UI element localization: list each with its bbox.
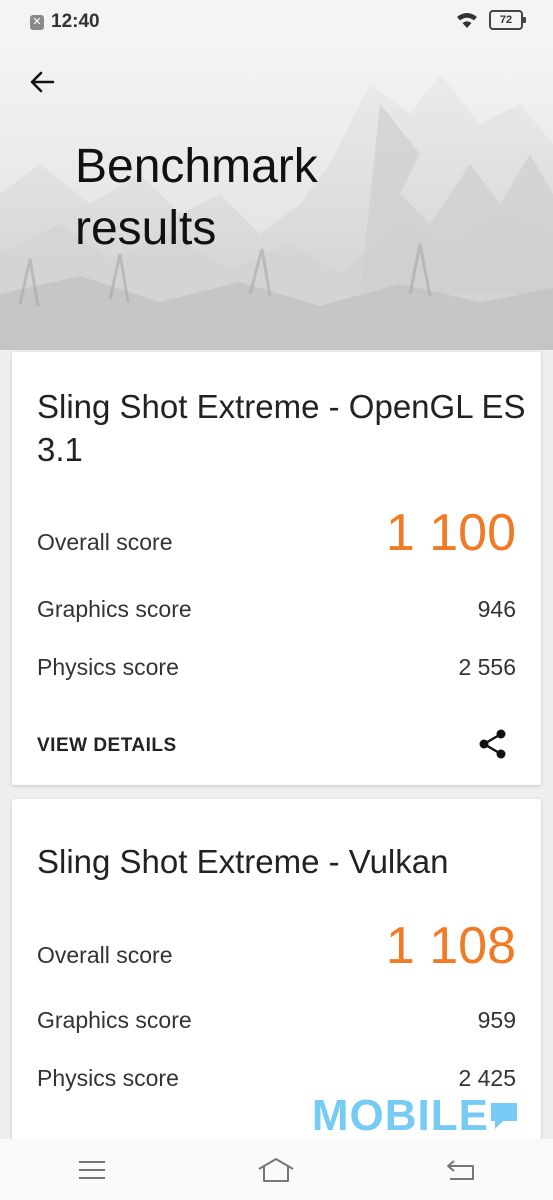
overall-score-label: Overall score (37, 529, 173, 555)
graphics-score-row: Graphics score 946 (37, 596, 516, 623)
overall-score-value: 1 108 (385, 917, 516, 975)
status-right: 72 (455, 10, 526, 30)
app-notification-icon: ✕ (30, 14, 44, 30)
watermark: MOBILE (312, 1091, 519, 1141)
graphics-score-value: 959 (477, 1007, 516, 1033)
navigation-bar (0, 1139, 553, 1200)
overall-score-label: Overall score (37, 942, 173, 968)
result-card-opengl: Sling Shot Extreme - OpenGL ES 3.1 Overa… (12, 352, 541, 785)
back-button[interactable] (22, 62, 62, 102)
back-return-icon (446, 1159, 474, 1180)
result-card-vulkan: Sling Shot Extreme - Vulkan Overall scor… (12, 799, 541, 1139)
overall-score-row: Overall score 1 108 (37, 920, 516, 972)
physics-score-value: 2 425 (458, 1065, 516, 1091)
physics-score-row: Physics score 2 556 (37, 654, 516, 681)
page-title: Benchmark results (75, 140, 318, 255)
menu-icon (79, 1160, 106, 1179)
result-title: Sling Shot Extreme - Vulkan (37, 843, 449, 880)
back-nav-button[interactable] (431, 1150, 491, 1190)
view-details-button[interactable]: VIEW DETAILS (37, 735, 177, 757)
physics-score-row: Physics score 2 425 (37, 1065, 516, 1092)
watermark-text: MOBILE (311, 1091, 489, 1140)
graphics-score-row: Graphics score 959 (37, 1007, 516, 1034)
status-time: 12:40 (51, 11, 100, 32)
result-title: Sling Shot Extreme - OpenGL ES 3.1 (37, 388, 526, 468)
status-bar: ✕ 12:40 72 (0, 0, 553, 44)
home-button[interactable] (246, 1150, 306, 1190)
status-left: ✕ 12:40 (30, 11, 100, 33)
speech-bubble-icon (491, 1103, 517, 1129)
physics-score-label: Physics score (37, 1065, 179, 1091)
graphics-score-label: Graphics score (37, 1007, 192, 1033)
battery-indicator: 72 (489, 10, 526, 30)
overall-score-row: Overall score 1 100 (37, 507, 516, 559)
physics-score-label: Physics score (37, 654, 179, 680)
home-icon (258, 1157, 294, 1182)
header-banner: Benchmark results (0, 44, 553, 350)
graphics-score-value: 946 (477, 596, 516, 622)
menu-button[interactable] (62, 1150, 122, 1190)
graphics-score-label: Graphics score (37, 596, 192, 622)
physics-score-value: 2 556 (458, 654, 516, 680)
overall-score-value: 1 100 (385, 504, 516, 562)
share-icon[interactable] (475, 726, 511, 762)
wifi-icon (457, 13, 477, 28)
arrow-left-icon (30, 71, 55, 93)
